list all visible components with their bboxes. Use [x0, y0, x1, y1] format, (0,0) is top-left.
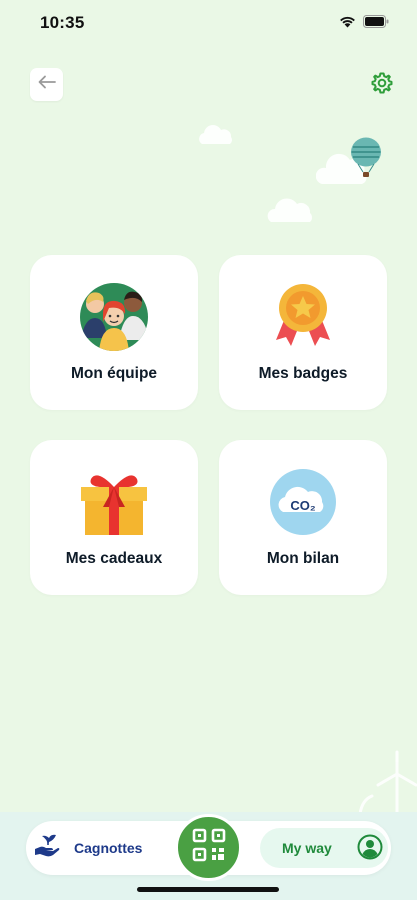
qr-code-icon	[192, 828, 226, 867]
wifi-icon	[339, 15, 356, 33]
my-team-label: Mon équipe	[70, 365, 158, 382]
cloud-icon	[266, 192, 318, 229]
nav-cagnottes-button[interactable]: Cagnottes	[34, 832, 142, 864]
wind-turbine-icon	[352, 748, 417, 819]
back-button[interactable]	[30, 68, 63, 101]
my-footprint-label: Mon bilan	[266, 550, 340, 567]
battery-icon	[363, 15, 389, 33]
status-time: 10:35	[40, 13, 85, 32]
my-gifts-label: Mes cadeaux	[65, 550, 163, 567]
cloud-icon	[196, 122, 236, 151]
qr-scan-button[interactable]	[175, 814, 242, 881]
gear-icon	[370, 71, 394, 100]
my-footprint-card[interactable]: CO₂ Mon bilan	[219, 440, 387, 595]
hand-plant-icon	[34, 833, 60, 864]
my-team-card[interactable]: Mon équipe	[30, 255, 198, 410]
my-badges-label: Mes badges	[258, 365, 348, 382]
settings-button[interactable]	[369, 72, 395, 98]
gift-box-icon	[78, 466, 150, 538]
status-bar: 10:35	[0, 0, 417, 48]
medal-icon	[267, 281, 339, 353]
arrow-left-icon	[38, 75, 56, 94]
user-profile-icon[interactable]	[357, 834, 383, 860]
hot-air-balloon-icon	[349, 137, 383, 188]
nav-my-way-label: My way	[282, 840, 332, 856]
home-indicator	[137, 887, 279, 892]
my-gifts-card[interactable]: Mes cadeaux	[30, 440, 198, 595]
status-icons	[339, 15, 389, 33]
co2-label: CO₂	[290, 497, 316, 513]
nav-cagnottes-label: Cagnottes	[74, 840, 143, 856]
co2-cloud-icon: CO₂	[267, 466, 339, 538]
my-badges-card[interactable]: Mes badges	[219, 255, 387, 410]
team-avatars-icon	[78, 281, 150, 353]
